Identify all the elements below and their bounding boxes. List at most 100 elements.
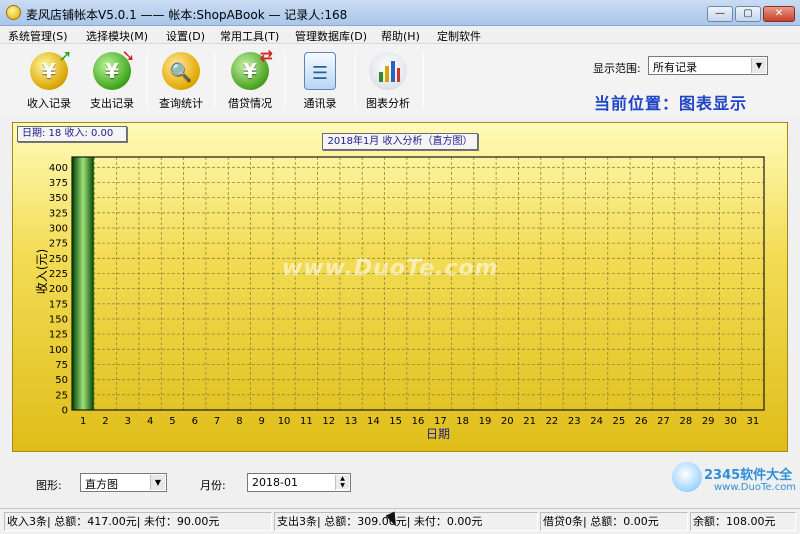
minimize-button[interactable]: — <box>707 6 733 22</box>
y-tick-label: 200 <box>49 284 68 295</box>
display-range-select[interactable]: 所有记录 ▼ <box>648 56 768 75</box>
menu-tools[interactable]: 常用工具(T) <box>220 28 279 44</box>
display-range-value: 所有记录 <box>653 61 697 74</box>
x-tick-label: 9 <box>259 416 265 427</box>
contacts-icon: ☰ <box>304 52 336 90</box>
income-record-label: 收入记录 <box>27 97 71 110</box>
status-loan: 借贷0条| 总额：0.00元 <box>540 512 688 531</box>
watermark-text: www.DuoTe.com <box>282 256 499 281</box>
toolbar-separator <box>285 52 286 108</box>
query-stats-label: 查询统计 <box>159 97 203 110</box>
window-title: 麦风店铺帐本V5.0.1 —— 帐本:ShopABook — 记录人:168 <box>26 8 348 22</box>
loan-status-label: 借贷情况 <box>228 97 272 110</box>
y-tick-label: 75 <box>55 360 68 371</box>
expense-icon: ¥ ➘ <box>93 48 135 90</box>
toolbar-separator <box>423 52 424 108</box>
toolbar-separator <box>214 52 215 108</box>
x-tick-label: 8 <box>236 416 242 427</box>
menu-module[interactable]: 选择模块(M) <box>86 28 148 44</box>
maximize-button[interactable]: ▢ <box>735 6 761 22</box>
x-tick-label: 10 <box>278 416 291 427</box>
current-location-title: 当前位置：图表显示 <box>594 94 748 113</box>
y-tick-label: 375 <box>49 178 68 189</box>
plot-frame <box>71 156 765 411</box>
menu-database[interactable]: 管理数据库(D) <box>295 28 367 44</box>
y-tick-label: 300 <box>49 223 68 234</box>
spin-down-icon[interactable]: ▼ <box>336 482 349 489</box>
chevron-down-icon[interactable]: ▼ <box>150 475 165 490</box>
mascot-icon <box>672 462 702 492</box>
x-tick-label: 13 <box>345 416 358 427</box>
x-axis-title: 日期 <box>426 427 450 441</box>
shape-label: 图形: <box>36 479 62 492</box>
query-stats-button[interactable]: 🔍 查询统计 <box>151 48 211 112</box>
x-tick-label: 31 <box>746 416 759 427</box>
x-tick-label: 4 <box>147 416 153 427</box>
status-bar: 收入3条| 总额：417.00元| 未付：90.00元 支出3条| 总额：309… <box>0 508 800 534</box>
y-tick-label: 250 <box>49 254 68 265</box>
chart-analysis-button[interactable]: 图表分析 <box>358 48 418 112</box>
y-tick-label: 0 <box>62 406 68 417</box>
contacts-button[interactable]: ☰ 通讯录 <box>290 48 350 112</box>
chevron-down-icon[interactable]: ▼ <box>751 58 766 73</box>
x-tick-label: 16 <box>412 416 425 427</box>
x-tick-label: 12 <box>322 416 335 427</box>
x-tick-label: 18 <box>456 416 469 427</box>
spin-buttons[interactable]: ▲ ▼ <box>335 475 349 490</box>
brand-url: www.DuoTe.com <box>714 482 797 493</box>
brand-name: 2345软件大全 <box>704 468 793 483</box>
x-tick-label: 6 <box>192 416 198 427</box>
brand-badge: 2345软件大全 www.DuoTe.com <box>668 460 798 506</box>
hover-info-box: 日期: 18 收入: 0.00 <box>17 126 127 142</box>
expense-record-button[interactable]: ¥ ➘ 支出记录 <box>82 48 142 112</box>
x-tick-label: 3 <box>125 416 131 427</box>
chart-title: 2018年1月 收入分析（直方图） <box>322 133 478 150</box>
x-tick-label: 29 <box>702 416 715 427</box>
close-button[interactable]: ✕ <box>763 6 795 22</box>
query-icon: 🔍 <box>162 52 200 90</box>
x-tick-label: 30 <box>724 416 737 427</box>
spin-up-icon[interactable]: ▲ <box>336 475 349 482</box>
y-tick-label: 275 <box>49 239 68 250</box>
y-tick-label: 50 <box>55 375 68 386</box>
month-value: 2018-01 <box>252 476 298 489</box>
expense-record-label: 支出记录 <box>90 97 134 110</box>
menu-help[interactable]: 帮助(H) <box>381 28 420 44</box>
x-tick-label: 11 <box>300 416 313 427</box>
menu-bar: 系统管理(S) 选择模块(M) 设置(D) 常用工具(T) 管理数据库(D) 帮… <box>0 26 800 44</box>
y-tick-label: 350 <box>49 193 68 204</box>
y-tick-label: 100 <box>49 345 68 356</box>
menu-settings[interactable]: 设置(D) <box>166 28 205 44</box>
bar-chart-glyph <box>379 61 400 82</box>
menu-system[interactable]: 系统管理(S) <box>8 28 68 44</box>
y-tick-label: 150 <box>49 314 68 325</box>
shape-select[interactable]: 直方图 ▼ <box>80 473 167 492</box>
y-axis-title: 收入(元) <box>35 249 49 294</box>
x-tick-label: 21 <box>523 416 536 427</box>
status-income: 收入3条| 总额：417.00元| 未付：90.00元 <box>4 512 272 531</box>
x-tick-label: 26 <box>635 416 648 427</box>
x-tick-label: 17 <box>434 416 447 427</box>
menu-custom-software[interactable]: 定制软件 <box>437 28 481 44</box>
income-icon: ¥ ➚ <box>30 48 72 90</box>
chart-analysis-icon <box>369 52 407 90</box>
month-label: 月份: <box>200 479 226 492</box>
x-tick-label: 22 <box>546 416 559 427</box>
shape-value: 直方图 <box>85 478 118 491</box>
histogram-bar <box>72 156 94 411</box>
month-stepper[interactable]: 2018-01 ▲ ▼ <box>247 473 351 492</box>
income-record-button[interactable]: ¥ ➚ 收入记录 <box>19 48 79 112</box>
title-bar: 麦风店铺帐本V5.0.1 —— 帐本:ShopABook — 记录人:168 —… <box>0 0 800 26</box>
chart-analysis-label: 图表分析 <box>366 97 410 110</box>
histogram-chart: 0255075100125150175200225250275300325350… <box>35 156 765 441</box>
y-tick-label: 400 <box>49 163 68 174</box>
x-tick-label: 25 <box>613 416 626 427</box>
loan-status-button[interactable]: ¥ ⇄ 借贷情况 <box>220 48 280 112</box>
loan-icon: ¥ ⇄ <box>231 48 273 90</box>
toolbar-separator <box>355 52 356 108</box>
x-tick-label: 14 <box>367 416 380 427</box>
y-tick-label: 175 <box>49 299 68 310</box>
y-tick-label: 325 <box>49 208 68 219</box>
x-tick-label: 20 <box>501 416 514 427</box>
status-expense: 支出3条| 总额：309.00元| 未付：0.00元 <box>274 512 538 531</box>
